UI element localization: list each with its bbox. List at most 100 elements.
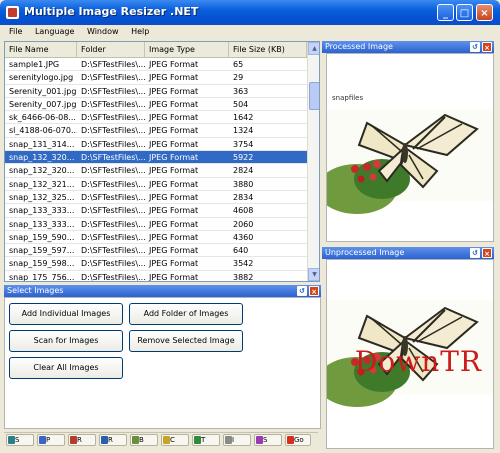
table-row[interactable]: serenitylogo.jpg D:\SFTestFiles\... JPEG F… xyxy=(5,71,307,85)
taskbar-item[interactable]: S xyxy=(254,434,282,446)
file-name-cell: sl_4188-06-070... xyxy=(9,126,77,136)
app-window: Multiple Image Resizer .NET _ □ × File L… xyxy=(0,0,500,453)
image-type-cell: JPEG Format xyxy=(149,232,199,242)
taskbar-item[interactable]: I xyxy=(223,434,251,446)
taskbar-item-icon xyxy=(70,436,77,444)
processed-caption: snapfiles xyxy=(332,94,364,102)
file-size-cell: 2834 xyxy=(233,192,254,202)
folder-cell: D:\SFTestFiles\... xyxy=(81,60,145,69)
table-row[interactable]: snap_175_756... D:\SFTestFiles\... JPEG Fo… xyxy=(5,271,307,282)
menu-language[interactable]: Language xyxy=(30,25,79,38)
processed-image-header: Processed Image ↺ × xyxy=(322,41,494,53)
folder-cell: D:\SFTestFiles\... xyxy=(81,86,145,96)
taskbar-item-label: B xyxy=(139,436,144,444)
add-individual-images-button[interactable]: Add Individual Images xyxy=(9,303,123,325)
file-name-cell: Serenity_001.jpg xyxy=(9,86,77,96)
pin-icon[interactable]: ↺ xyxy=(470,42,480,52)
taskbar-item-icon xyxy=(8,436,15,444)
menu-help[interactable]: Help xyxy=(126,25,154,38)
close-button[interactable]: × xyxy=(476,4,493,21)
close-panel-icon[interactable]: × xyxy=(482,248,492,258)
table-row[interactable]: snap_159_590... D:\SFTestFiles\... JPEG Fo… xyxy=(5,231,307,245)
menu-file[interactable]: File xyxy=(4,25,27,38)
maximize-button[interactable]: □ xyxy=(456,4,473,21)
image-type-cell: JPEG Format xyxy=(149,206,199,216)
taskbar-item-label: S xyxy=(263,436,268,444)
menu-window[interactable]: Window xyxy=(82,25,124,38)
scroll-thumb[interactable] xyxy=(309,82,319,110)
taskbar-item-icon xyxy=(256,436,263,444)
taskbar-item[interactable]: P xyxy=(37,434,65,446)
pin-icon[interactable]: ↺ xyxy=(297,286,307,296)
table-row[interactable]: snap_132_320... D:\SFTestFiles\... JPEG Fo… xyxy=(5,151,307,165)
scroll-up-button[interactable]: ▲ xyxy=(308,42,319,55)
file-size-cell: 5922 xyxy=(233,153,254,163)
table-row[interactable]: sl_4188-06-070... D:\SFTestFiles\... JPEG … xyxy=(5,124,307,138)
window-title: Multiple Image Resizer .NET xyxy=(24,5,199,18)
pin-icon[interactable]: ↺ xyxy=(470,248,480,258)
taskbar-item[interactable]: Go xyxy=(285,434,311,446)
clear-all-images-button[interactable]: Clear All Images xyxy=(9,357,123,379)
table-row[interactable]: snap_132_325... D:\SFTestFiles\... JPEG Fo… xyxy=(5,191,307,205)
folder-cell: D:\SFTestFiles\... xyxy=(81,246,145,256)
col-folder[interactable]: Folder xyxy=(77,42,145,57)
taskbar-item[interactable]: T xyxy=(192,434,220,446)
table-row[interactable]: snap_132_321... D:\SFTestFiles\... JPEG Fo… xyxy=(5,178,307,191)
add-folder-button[interactable]: Add Folder of Images xyxy=(129,303,243,325)
table-row[interactable]: snap_131_314... D:\SFTestFiles\... JPEG Fo… xyxy=(5,138,307,152)
file-name-cell: snap_132_320... xyxy=(9,153,75,163)
taskbar-item-label: Go xyxy=(294,436,304,444)
file-name-cell: Serenity_007.jpg xyxy=(9,99,77,109)
unprocessed-image-title: Unprocessed Image xyxy=(325,248,405,257)
taskbar-item[interactable]: C xyxy=(161,434,189,446)
remove-selected-image-button[interactable]: Remove Selected Image xyxy=(129,330,243,352)
taskbar-item-label: P xyxy=(46,436,51,444)
panel-taskbar: S P R R B C T I S Go xyxy=(4,432,318,447)
vertical-scrollbar[interactable]: ▲ ▼ xyxy=(307,42,319,281)
image-type-cell: JPEG Format xyxy=(149,126,199,136)
image-type-cell: JPEG Format xyxy=(149,192,199,202)
file-size-cell: 363 xyxy=(233,86,249,96)
col-file-size[interactable]: File Size (KB) xyxy=(229,42,307,57)
taskbar-item-icon xyxy=(132,436,139,444)
file-name-cell: sample1.JPG xyxy=(9,60,60,69)
taskbar-item[interactable]: R xyxy=(99,434,127,446)
image-type-cell: JPEG Format xyxy=(149,259,199,269)
file-rows: sample1.JPG D:\SFTestFiles\... JPEG Format… xyxy=(5,58,307,282)
table-row[interactable]: snap_159_597... D:\SFTestFiles\... JPEG Fo… xyxy=(5,244,307,258)
taskbar-item[interactable]: R xyxy=(68,434,96,446)
file-name-cell: snap_132_321... xyxy=(9,179,75,189)
image-type-cell: JPEG Format xyxy=(149,139,199,149)
processed-image-title: Processed Image xyxy=(325,42,393,51)
scroll-down-button[interactable]: ▼ xyxy=(308,268,319,281)
table-row[interactable]: sample1.JPG D:\SFTestFiles\... JPEG Format… xyxy=(5,58,307,72)
table-row[interactable]: Serenity_007.jpg D:\SFTestFiles\... JPEG F… xyxy=(5,98,307,112)
folder-cell: D:\SFTestFiles\... xyxy=(81,192,145,202)
table-row[interactable]: snap_133_333... D:\SFTestFiles\... JPEG Fo… xyxy=(5,218,307,231)
minimize-button[interactable]: _ xyxy=(437,4,454,21)
scan-for-images-button[interactable]: Scan for Images xyxy=(9,330,123,352)
taskbar-item-icon xyxy=(101,436,108,444)
taskbar-item[interactable]: S xyxy=(6,434,34,446)
folder-cell: D:\SFTestFiles\... xyxy=(81,272,145,282)
unprocessed-image-header: Unprocessed Image ↺ × xyxy=(322,247,494,259)
table-row[interactable]: sk_6466-06-08... D:\SFTestFiles\... JPEG F… xyxy=(5,111,307,125)
downtr-watermark: DownTR xyxy=(354,345,482,378)
folder-cell: D:\SFTestFiles\... xyxy=(81,73,145,83)
table-row[interactable]: snap_159_598... D:\SFTestFiles\... JPEG Fo… xyxy=(5,257,307,271)
file-size-cell: 4360 xyxy=(233,232,254,242)
table-row[interactable]: snap_132_320... D:\SFTestFiles\... JPEG Fo… xyxy=(5,164,307,178)
close-panel-icon[interactable]: × xyxy=(482,42,492,52)
table-row[interactable]: Serenity_001.jpg D:\SFTestFiles\... JPEG F… xyxy=(5,85,307,98)
table-row[interactable]: snap_133_333... D:\SFTestFiles\... JPEG Fo… xyxy=(5,204,307,218)
col-file-name[interactable]: File Name xyxy=(5,42,77,57)
col-image-type[interactable]: Image Type xyxy=(145,42,229,57)
app-icon xyxy=(6,6,19,19)
file-size-cell: 2824 xyxy=(233,166,254,176)
taskbar-item[interactable]: B xyxy=(130,434,158,446)
title-bar[interactable]: Multiple Image Resizer .NET _ □ × xyxy=(0,0,500,25)
image-type-cell: JPEG Format xyxy=(149,246,199,256)
taskbar-item-icon xyxy=(163,436,170,444)
close-panel-icon[interactable]: × xyxy=(309,286,319,296)
image-type-cell: JPEG Format xyxy=(149,60,199,69)
